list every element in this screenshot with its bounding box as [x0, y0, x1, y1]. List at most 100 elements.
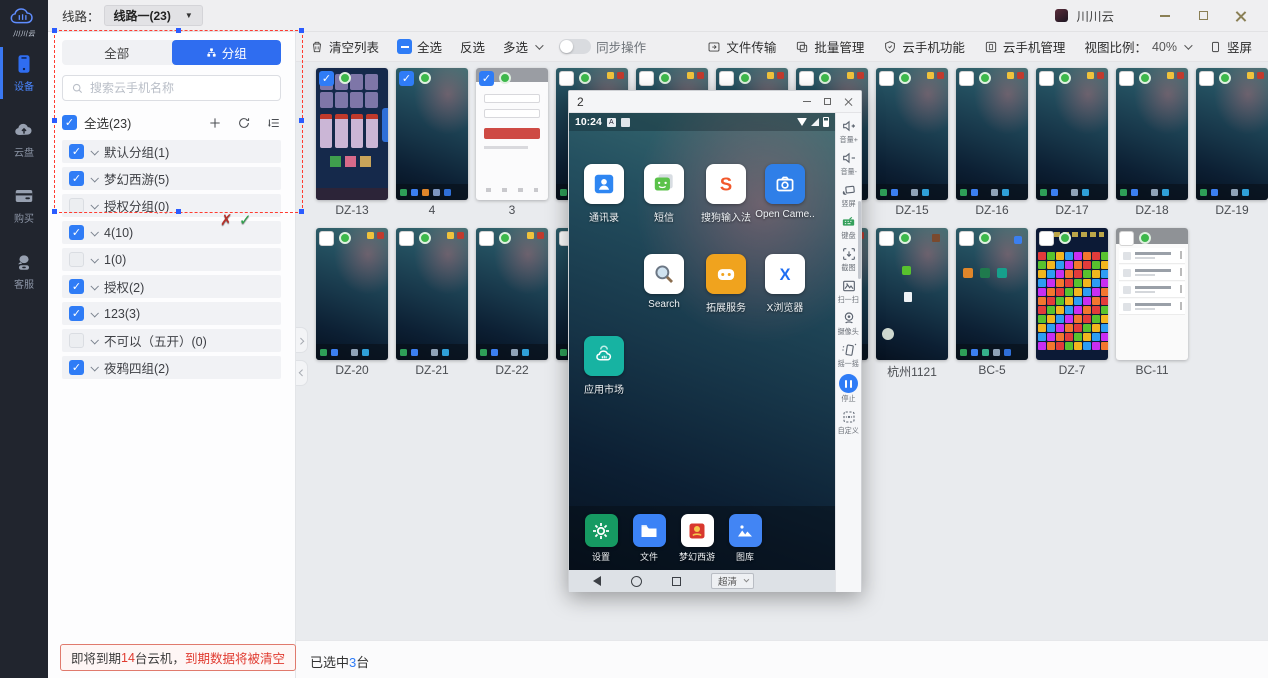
device-checkbox[interactable]: ✓ — [479, 71, 494, 86]
device-screen[interactable]: ✓ — [476, 68, 548, 200]
device-screen[interactable]: ✓ — [316, 68, 388, 200]
group-checkbox[interactable] — [69, 252, 84, 267]
device-checkbox[interactable]: ✓ — [399, 71, 414, 86]
tool-自定义[interactable]: 自定义 — [837, 409, 860, 436]
group-row[interactable]: ✓梦幻西游(5) — [62, 167, 281, 190]
line-select[interactable]: 线路一(23) ▼ — [104, 5, 203, 26]
portrait-mode-button[interactable]: 竖屏 — [1209, 37, 1252, 56]
add-group-icon[interactable] — [208, 116, 222, 130]
device-card[interactable]: DZ-18 — [1116, 68, 1188, 221]
device-card[interactable]: ✓3 — [476, 68, 548, 221]
indeterminate-checkbox[interactable] — [397, 39, 412, 54]
dock-app-设置[interactable]: 设置 — [583, 514, 619, 570]
search-input[interactable] — [90, 81, 272, 95]
phone-manage-button[interactable]: 云手机管理 — [984, 37, 1066, 56]
phone-app-通讯录[interactable]: 通讯录 — [574, 164, 634, 224]
selection-handle[interactable] — [176, 209, 181, 214]
device-checkbox[interactable] — [399, 231, 414, 246]
device-checkbox[interactable] — [879, 71, 894, 86]
device-screen[interactable] — [396, 228, 468, 360]
phone-app-Open Came..[interactable]: Open Came.. — [755, 164, 815, 220]
sidebar-item-购买[interactable]: 购买 — [0, 185, 48, 225]
panel-collapse-handle[interactable] — [296, 360, 308, 386]
device-screen[interactable] — [1036, 228, 1108, 360]
annotation-cancel-icon[interactable]: ✗ — [220, 213, 233, 228]
device-checkbox[interactable] — [1039, 71, 1054, 86]
group-checkbox[interactable]: ✓ — [69, 360, 84, 375]
device-screen[interactable]: ✓ — [396, 68, 468, 200]
collapse-all-icon[interactable] — [266, 116, 281, 130]
device-checkbox[interactable] — [959, 71, 974, 86]
device-card[interactable]: BC-11 — [1116, 228, 1188, 381]
selection-handle[interactable] — [52, 118, 57, 123]
sidebar-item-客服[interactable]: 客服 — [0, 251, 48, 291]
tab-grouped[interactable]: 分组 — [172, 40, 282, 65]
select-all-toolbar[interactable]: 全选 — [397, 37, 442, 56]
back-button[interactable] — [593, 576, 601, 586]
selection-handle[interactable] — [299, 209, 304, 214]
device-screen[interactable] — [476, 228, 548, 360]
batch-manage-button[interactable]: 批量管理 — [795, 37, 864, 56]
phone-app-应用市场[interactable]: 应用市场 — [574, 336, 634, 396]
tab-all[interactable]: 全部 — [62, 40, 172, 65]
phone-app-Search[interactable]: Search — [634, 254, 694, 310]
group-checkbox[interactable]: ✓ — [69, 279, 84, 294]
group-row[interactable]: ✓授权(2) — [62, 275, 281, 298]
annotation-confirm-icon[interactable]: ✓ — [239, 213, 252, 228]
minimize-button[interactable] — [1150, 5, 1180, 27]
group-row[interactable]: ✓夜鸦四组(2) — [62, 356, 281, 379]
dock-app-图库[interactable]: 图库 — [727, 514, 763, 570]
chevron-down-icon[interactable] — [90, 228, 98, 236]
chevron-down-icon[interactable] — [90, 255, 98, 263]
sidebar-item-云盘[interactable]: 云盘 — [0, 119, 48, 159]
device-card[interactable]: DZ-19 — [1196, 68, 1268, 221]
device-card[interactable]: DZ-15 — [876, 68, 948, 221]
group-checkbox[interactable] — [69, 198, 84, 213]
close-button[interactable] — [1226, 5, 1256, 27]
view-scale-select[interactable]: 视图比例： 40% — [1084, 37, 1190, 56]
device-checkbox[interactable] — [479, 231, 494, 246]
group-checkbox[interactable]: ✓ — [69, 171, 84, 186]
device-checkbox[interactable] — [1119, 71, 1134, 86]
multi-select-button[interactable]: 多选 — [503, 37, 541, 56]
device-checkbox[interactable] — [1199, 71, 1214, 86]
device-card[interactable]: ✓DZ-13 — [316, 68, 388, 221]
device-checkbox[interactable] — [719, 71, 734, 86]
device-screen[interactable] — [316, 228, 388, 360]
device-checkbox[interactable] — [559, 71, 574, 86]
selection-handle[interactable] — [299, 118, 304, 123]
phone-app-短信[interactable]: 短信 — [634, 164, 694, 224]
tool-摄像头[interactable]: 摄像头 — [837, 310, 860, 337]
chevron-down-icon[interactable] — [90, 201, 98, 209]
device-card[interactable]: 杭州1121 — [876, 228, 948, 381]
group-checkbox[interactable] — [69, 333, 84, 348]
phone-app-X浏览器[interactable]: XX浏览器 — [755, 254, 815, 314]
device-checkbox[interactable] — [1039, 231, 1054, 246]
phone-close-button[interactable] — [844, 97, 853, 106]
tool-截图[interactable]: 截图 — [841, 246, 857, 273]
chevron-down-icon[interactable] — [90, 147, 98, 155]
phone-minimize-button[interactable] — [803, 101, 811, 103]
quality-select[interactable]: 超清 — [711, 573, 754, 589]
group-row[interactable]: 1(0) — [62, 248, 281, 271]
device-screen[interactable] — [876, 68, 948, 200]
group-row[interactable]: 不可以（五开）(0) — [62, 329, 281, 352]
group-checkbox[interactable]: ✓ — [69, 306, 84, 321]
tool-strip-scrollbar[interactable] — [858, 201, 861, 279]
phone-display[interactable]: 10:24 A 通讯录短信S搜狗输入法Open Came..Search拓展服务… — [569, 113, 835, 592]
device-screen[interactable] — [1116, 68, 1188, 200]
tool-扫一扫[interactable]: 扫一扫 — [837, 278, 860, 305]
select-all-checkbox[interactable]: ✓ — [62, 115, 77, 130]
device-card[interactable]: BC-5 — [956, 228, 1028, 381]
tool-键盘[interactable]: 键盘 — [840, 214, 857, 241]
tool-停止[interactable]: 停止 — [839, 374, 858, 404]
group-row[interactable]: ✓默认分组(1) — [62, 140, 281, 163]
chevron-down-icon[interactable] — [90, 174, 98, 182]
device-screen[interactable] — [1196, 68, 1268, 200]
tool-音量-[interactable]: 音量- — [840, 150, 858, 177]
device-checkbox[interactable] — [1119, 231, 1134, 246]
device-screen[interactable] — [1036, 68, 1108, 200]
device-screen[interactable] — [876, 228, 948, 360]
device-checkbox[interactable] — [959, 231, 974, 246]
phone-maximize-button[interactable] — [824, 98, 831, 105]
